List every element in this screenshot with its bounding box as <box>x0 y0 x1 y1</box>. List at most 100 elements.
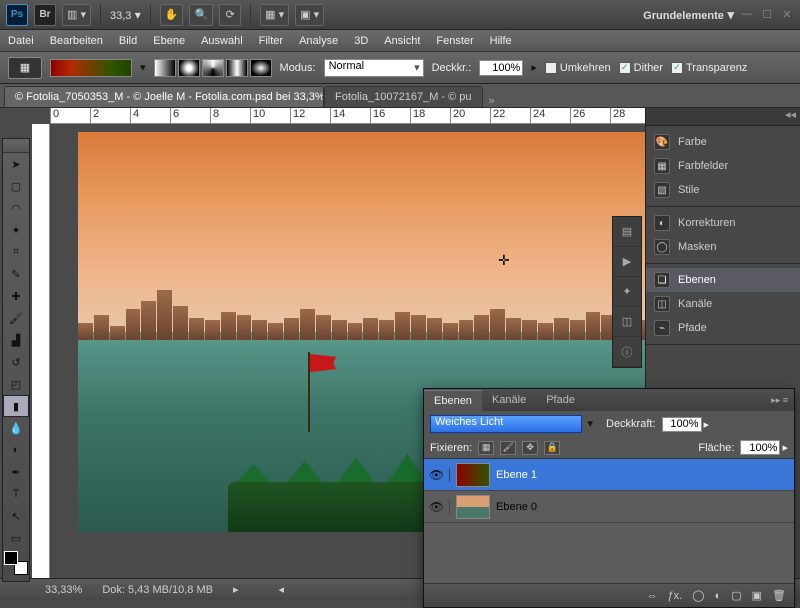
fg-bg-swatches[interactable] <box>4 551 28 575</box>
menu-hilfe[interactable]: Hilfe <box>490 35 512 47</box>
opacity-input[interactable] <box>479 60 523 76</box>
layers-tab[interactable]: Ebenen <box>424 390 482 411</box>
ruler-vertical[interactable] <box>32 124 50 578</box>
dock-item-korrekturen[interactable]: ◐Korrekturen <box>646 211 800 235</box>
rotate-view-icon[interactable]: ⟳ <box>219 4 241 26</box>
dock-item-masken[interactable]: ◯Masken <box>646 235 800 259</box>
stamp-tool-icon[interactable]: ▟ <box>3 329 29 351</box>
bridge-icon[interactable]: Br <box>34 4 56 26</box>
channels-tab[interactable]: Kanäle <box>482 390 536 410</box>
screen-mode-icon[interactable]: ▣ ▾ <box>295 4 324 26</box>
menu-datei[interactable]: Datei <box>8 35 34 47</box>
delete-layer-icon[interactable]: 🗑 <box>772 589 786 602</box>
shape-tool-icon[interactable]: ▭ <box>3 527 29 549</box>
gradient-linear-icon[interactable] <box>154 59 176 77</box>
layer-thumbnail[interactable] <box>456 463 490 487</box>
lock-transparency-icon[interactable]: ▦ <box>478 441 494 455</box>
lock-all-icon[interactable]: 🔒 <box>544 441 560 455</box>
status-doc-size[interactable]: Dok: 5,43 MB/10,8 MB <box>102 584 213 596</box>
ps-icon[interactable]: Ps <box>6 4 28 26</box>
info-panel-icon[interactable]: ⓘ <box>613 337 641 367</box>
doc-tab-active[interactable]: © Fotolia_7050353_M - © Joelle M - Fotol… <box>4 86 324 107</box>
navigator-panel-icon[interactable]: ✦ <box>613 277 641 307</box>
menu-auswahl[interactable]: Auswahl <box>201 35 243 47</box>
menu-ebene[interactable]: Ebene <box>153 35 185 47</box>
doc-tab-2[interactable]: Fotolia_10072167_M - © pu <box>324 86 483 107</box>
panel-menu-icon[interactable]: ▸▸ ≡ <box>771 395 794 406</box>
eraser-tool-icon[interactable]: ◰ <box>3 373 29 395</box>
minimize-icon[interactable]: — <box>740 8 754 22</box>
menu-analyse[interactable]: Analyse <box>299 35 338 47</box>
dock-item-kanäle[interactable]: ◫Kanäle <box>646 292 800 316</box>
close-icon[interactable]: ✕ <box>780 8 794 22</box>
dodge-tool-icon[interactable]: ◐ <box>3 439 29 461</box>
menu-bild[interactable]: Bild <box>119 35 137 47</box>
history-panel-icon[interactable]: ▤ <box>613 217 641 247</box>
menu-fenster[interactable]: Fenster <box>436 35 473 47</box>
layer-visibility-icon[interactable]: 👁 <box>424 468 450 482</box>
gradient-radial-icon[interactable] <box>178 59 200 77</box>
gradient-tool-preset[interactable]: ▦ <box>8 57 42 79</box>
menu-filter[interactable]: Filter <box>259 35 283 47</box>
layer-visibility-icon[interactable]: 👁 <box>424 500 450 514</box>
ruler-horizontal[interactable]: 024681012141618202224262830323436384042 <box>50 108 645 124</box>
gradient-preview[interactable] <box>50 59 132 77</box>
dock-item-farbe[interactable]: 🎨Farbe <box>646 130 800 154</box>
workspace-switcher[interactable]: Grundelemente ▾ <box>643 7 734 23</box>
layout-dropdown[interactable]: ▥ ▾ <box>62 4 91 26</box>
crop-tool-icon[interactable]: ⌗ <box>3 241 29 263</box>
zoom-level-label[interactable]: 33,3 ▾ <box>110 8 141 22</box>
umkehren-checkbox[interactable]: Umkehren <box>545 62 611 74</box>
wand-tool-icon[interactable]: ✦ <box>3 219 29 241</box>
dither-checkbox[interactable]: ✓Dither <box>619 62 663 74</box>
layer-name-label[interactable]: Ebene 1 <box>496 469 794 481</box>
gradient-tool-icon[interactable]: ▮ <box>3 395 29 417</box>
lasso-tool-icon[interactable]: ◠ <box>3 197 29 219</box>
eyedropper-tool-icon[interactable]: ✎ <box>3 263 29 285</box>
actions-panel-icon[interactable]: ▶ <box>613 247 641 277</box>
lock-pixels-icon[interactable]: 🖌 <box>500 441 516 455</box>
hand-tool-icon[interactable]: ✋ <box>160 4 184 26</box>
history-brush-tool-icon[interactable]: ↺ <box>3 351 29 373</box>
histogram-panel-icon[interactable]: ◫ <box>613 307 641 337</box>
layer-name-label[interactable]: Ebene 0 <box>496 501 794 513</box>
menu-bearbeiten[interactable]: Bearbeiten <box>50 35 103 47</box>
gradient-diamond-icon[interactable] <box>250 59 272 77</box>
lock-position-icon[interactable]: ✥ <box>522 441 538 455</box>
layer-group-icon[interactable]: ▢ <box>731 589 741 602</box>
transparenz-checkbox[interactable]: ✓Transparenz <box>671 62 747 74</box>
gradient-reflected-icon[interactable] <box>226 59 248 77</box>
dock-item-farbfelder[interactable]: ▦Farbfelder <box>646 154 800 178</box>
blur-tool-icon[interactable]: 💧 <box>3 417 29 439</box>
blend-mode-select[interactable]: Normal <box>324 59 424 77</box>
brush-tool-icon[interactable]: 🖌 <box>3 307 29 329</box>
dock-item-ebenen[interactable]: ❏Ebenen <box>646 268 800 292</box>
layer-mask-icon[interactable]: ◯ <box>692 589 704 602</box>
layer-opacity-input[interactable] <box>662 417 702 432</box>
zoom-tool-icon[interactable]: 🔍 <box>189 4 213 26</box>
tab-overflow-icon[interactable]: » <box>483 95 501 107</box>
marquee-tool-icon[interactable]: ▢ <box>3 175 29 197</box>
dock-header[interactable]: ◂◂ <box>646 108 800 126</box>
layer-item[interactable]: 👁 Ebene 1 <box>424 459 794 491</box>
pen-tool-icon[interactable]: ✒ <box>3 461 29 483</box>
maximize-icon[interactable]: ☐ <box>760 8 774 22</box>
layer-thumbnail[interactable] <box>456 495 490 519</box>
layer-blend-mode-select[interactable]: Weiches Licht <box>430 415 582 433</box>
type-tool-icon[interactable]: T <box>3 483 29 505</box>
layer-item[interactable]: 👁 Ebene 0 <box>424 491 794 523</box>
dock-item-pfade[interactable]: ⌁Pfade <box>646 316 800 340</box>
move-tool-icon[interactable]: ➤ <box>3 153 29 175</box>
layer-fill-input[interactable] <box>740 440 780 455</box>
status-zoom[interactable]: 33,33% <box>45 584 82 596</box>
menu-ansicht[interactable]: Ansicht <box>384 35 420 47</box>
arrange-docs-icon[interactable]: ▦ ▾ <box>260 4 289 26</box>
paths-tab[interactable]: Pfade <box>536 390 585 410</box>
menu-3d[interactable]: 3D <box>354 35 368 47</box>
new-layer-icon[interactable]: ▣ <box>752 589 762 602</box>
healing-tool-icon[interactable]: ✚ <box>3 285 29 307</box>
dock-item-stile[interactable]: ▧Stile <box>646 178 800 202</box>
path-select-tool-icon[interactable]: ↖ <box>3 505 29 527</box>
gradient-angle-icon[interactable] <box>202 59 224 77</box>
toolbox-grip[interactable] <box>3 139 29 153</box>
